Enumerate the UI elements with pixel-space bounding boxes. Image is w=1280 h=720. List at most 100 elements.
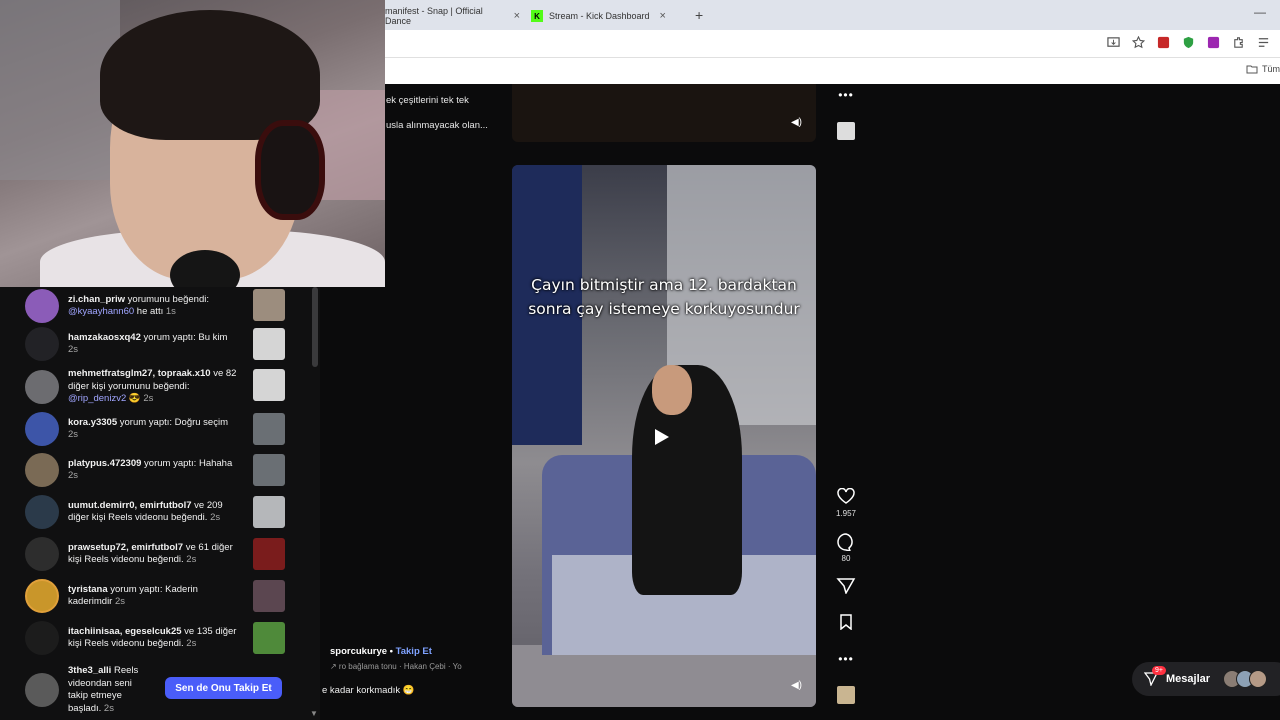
heart-icon[interactable] xyxy=(836,488,856,504)
username[interactable]: hamzakaosxq42 xyxy=(68,332,141,343)
avatar[interactable] xyxy=(25,673,59,707)
notification-text: mehmetfratsglm27, topraak.x10 ve 82 diğe… xyxy=(68,368,238,406)
more-options-icon[interactable]: ••• xyxy=(836,652,856,666)
volume-icon[interactable]: ◀) xyxy=(791,680,802,691)
notification-item[interactable]: kora.y3305 yorum yaptı: Doğru seçim 2s xyxy=(25,412,285,446)
post-thumbnail[interactable] xyxy=(253,580,285,612)
screen: manifest - Snap | Official Dance × K Str… xyxy=(0,0,1280,720)
star-icon[interactable] xyxy=(1132,36,1145,49)
username[interactable]: kora.y3305 xyxy=(68,417,117,428)
follow-back-button[interactable]: Sen de Onu Takip Et xyxy=(165,677,282,699)
username[interactable]: platypus.472309 xyxy=(68,458,141,469)
kick-icon: K xyxy=(531,10,543,22)
post-thumbnail[interactable] xyxy=(253,538,285,570)
sidebar-partial-text[interactable]: usla alınmayacak olan... xyxy=(386,120,488,131)
more-options-icon[interactable]: ••• xyxy=(836,88,856,102)
bookmark-folder-label: Tüm xyxy=(1262,64,1280,74)
notification-item[interactable]: hamzakaosxq42 yorum yaptı: Bu kim 2s xyxy=(25,327,285,361)
post-thumbnail[interactable] xyxy=(253,328,285,360)
audio-thumbnail[interactable] xyxy=(837,122,855,140)
post-thumbnail[interactable] xyxy=(253,454,285,486)
sidebar-partial-text[interactable]: ek çeşitlerini tek tek xyxy=(386,95,469,106)
username[interactable]: tyristana xyxy=(68,584,108,595)
extension-icon[interactable] xyxy=(1207,36,1220,49)
minimize-button[interactable]: — xyxy=(1254,5,1266,19)
action-text: yorum yaptı: Bu kim xyxy=(140,331,228,343)
pdf-extension-icon[interactable] xyxy=(1157,36,1170,49)
play-icon[interactable] xyxy=(655,429,669,445)
username[interactable]: uumut.demirr0, emirfutbol7 xyxy=(68,500,192,511)
post-thumbnail[interactable] xyxy=(253,369,285,401)
avatar[interactable] xyxy=(25,453,59,487)
notification-item[interactable]: platypus.472309 yorum yaptı: Hahaha 2s xyxy=(25,453,285,487)
new-tab-button[interactable]: + xyxy=(695,7,703,23)
comment-icon[interactable] xyxy=(836,533,856,551)
reading-list-icon[interactable] xyxy=(1257,36,1270,49)
reel-caption: Çayın bitmiştir ama 12. bardaktan sonra … xyxy=(512,273,816,321)
username[interactable]: itachiinisaa, egeselcuk25 xyxy=(68,626,182,637)
audio-thumbnail[interactable] xyxy=(837,686,855,704)
webcam-overlay xyxy=(0,0,385,287)
bookmark-icon[interactable] xyxy=(836,614,856,630)
share-icon[interactable] xyxy=(836,578,856,594)
avatar[interactable] xyxy=(25,412,59,446)
tab-manifest[interactable]: manifest - Snap | Official Dance × xyxy=(385,4,520,28)
scrollbar[interactable] xyxy=(312,287,318,367)
audio-track[interactable]: ↗ ro bağlama tonu · Hakan Çebi · Yo xyxy=(330,662,462,671)
reel-author-line: sporcukurye • Takip Et xyxy=(330,646,432,657)
post-thumbnail[interactable] xyxy=(253,622,285,654)
username[interactable]: zi.chan_priw xyxy=(68,294,125,305)
notification-item[interactable]: mehmetfratsglm27, topraak.x10 ve 82 diğe… xyxy=(25,368,285,406)
person-face xyxy=(652,365,692,415)
follow-link[interactable]: Takip Et xyxy=(396,646,432,657)
mention[interactable]: @rip_denizv2 xyxy=(68,393,126,404)
notification-item[interactable]: prawsetup72, emirfutbol7 ve 61 diğer kiş… xyxy=(25,537,285,571)
avatar[interactable] xyxy=(25,327,59,361)
notification-item[interactable]: itachiinisaa, egeselcuk25 ve 135 diğer k… xyxy=(25,621,285,655)
action-text: yorum yaptı: Hahaha xyxy=(141,457,233,469)
avatar[interactable] xyxy=(25,579,59,613)
post-thumbnail[interactable] xyxy=(253,289,285,321)
post-thumbnail[interactable] xyxy=(253,496,285,528)
notification-item[interactable]: zi.chan_priw yorumunu beğendi: @kyaayhan… xyxy=(25,289,285,323)
notification-item[interactable]: tyristana yorum yaptı: Kaderin kaderimdi… xyxy=(25,579,285,613)
reel-description: e kadar korkmadık 😁 xyxy=(322,685,415,696)
timestamp: 2s xyxy=(68,470,79,481)
notification-text: tyristana yorum yaptı: Kaderin kaderimdi… xyxy=(68,584,238,609)
comment-text: he attı xyxy=(134,306,164,317)
notification-item[interactable]: 3the3_alli Reels videondan seni takip et… xyxy=(25,665,165,715)
scroll-down-icon[interactable]: ▼ xyxy=(310,709,318,718)
username[interactable]: mehmetfratsglm27, topraak.x10 xyxy=(68,368,211,379)
folder-icon xyxy=(1246,65,1258,74)
puzzle-icon[interactable] xyxy=(1232,36,1245,49)
separator: • xyxy=(387,646,396,657)
avatar[interactable] xyxy=(25,537,59,571)
avatar[interactable] xyxy=(25,289,59,323)
tab-title: manifest - Snap | Official Dance xyxy=(385,6,483,26)
avatar[interactable] xyxy=(25,495,59,529)
timestamp: 2s xyxy=(68,344,79,355)
timestamp: 2s xyxy=(115,596,126,607)
shield-extension-icon[interactable] xyxy=(1182,36,1195,49)
avatar[interactable] xyxy=(25,621,59,655)
bookmark-folder[interactable]: Tüm xyxy=(1246,64,1280,74)
username[interactable]: prawsetup72, emirfutbol7 xyxy=(68,542,183,553)
address-bar[interactable] xyxy=(385,30,1280,58)
notification-item[interactable]: uumut.demirr0, emirfutbol7 ve 209 diğer … xyxy=(25,495,285,529)
install-icon[interactable] xyxy=(1107,36,1120,49)
post-thumbnail[interactable] xyxy=(253,413,285,445)
previous-reel[interactable]: ◀) xyxy=(512,84,816,142)
volume-icon[interactable]: ◀) xyxy=(791,117,802,128)
notification-text: kora.y3305 yorum yaptı: Doğru seçim 2s xyxy=(68,417,238,442)
tab-close-icon[interactable]: × xyxy=(514,10,520,22)
tab-kick-dashboard[interactable]: K Stream - Kick Dashboard × xyxy=(531,4,681,28)
caption-line: Çayın bitmiştir ama 12. bardaktan xyxy=(531,276,797,294)
mention[interactable]: @kyaayhann60 xyxy=(68,306,134,317)
username[interactable]: 3the3_alli xyxy=(68,665,111,676)
action-text: yorumunu beğendi: xyxy=(125,293,209,305)
avatar[interactable] xyxy=(25,369,59,404)
tab-close-icon[interactable]: × xyxy=(660,10,666,22)
messages-bar[interactable]: 9+ Mesajlar xyxy=(1132,662,1280,696)
author-username[interactable]: sporcukurye xyxy=(330,646,387,657)
reel-video[interactable]: Çayın bitmiştir ama 12. bardaktan sonra … xyxy=(512,165,816,707)
